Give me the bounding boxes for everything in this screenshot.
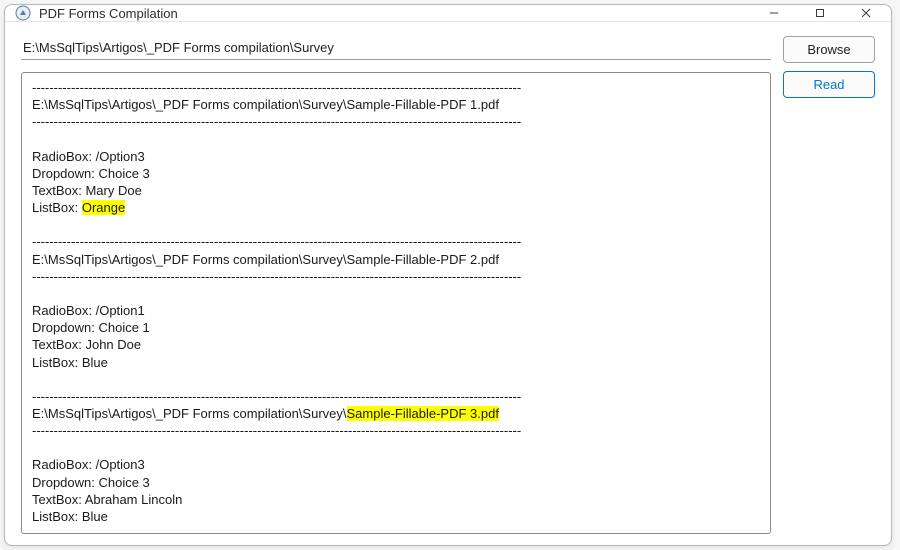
- left-column: ----------------------------------------…: [21, 36, 771, 534]
- folder-path-input[interactable]: [21, 36, 771, 60]
- browse-button[interactable]: Browse: [783, 36, 875, 63]
- maximize-button[interactable]: [797, 5, 843, 21]
- titlebar: PDF Forms Compilation: [5, 5, 891, 22]
- minimize-button[interactable]: [751, 5, 797, 21]
- client-area: ----------------------------------------…: [5, 22, 891, 550]
- output-textbox[interactable]: ----------------------------------------…: [21, 72, 771, 534]
- right-column: Browse Read: [783, 36, 875, 98]
- read-button[interactable]: Read: [783, 71, 875, 98]
- app-icon: [15, 5, 31, 21]
- window-title: PDF Forms Compilation: [39, 6, 751, 21]
- app-window: PDF Forms Compilation ------------------…: [4, 4, 892, 546]
- close-button[interactable]: [843, 5, 889, 21]
- window-controls: [751, 5, 889, 21]
